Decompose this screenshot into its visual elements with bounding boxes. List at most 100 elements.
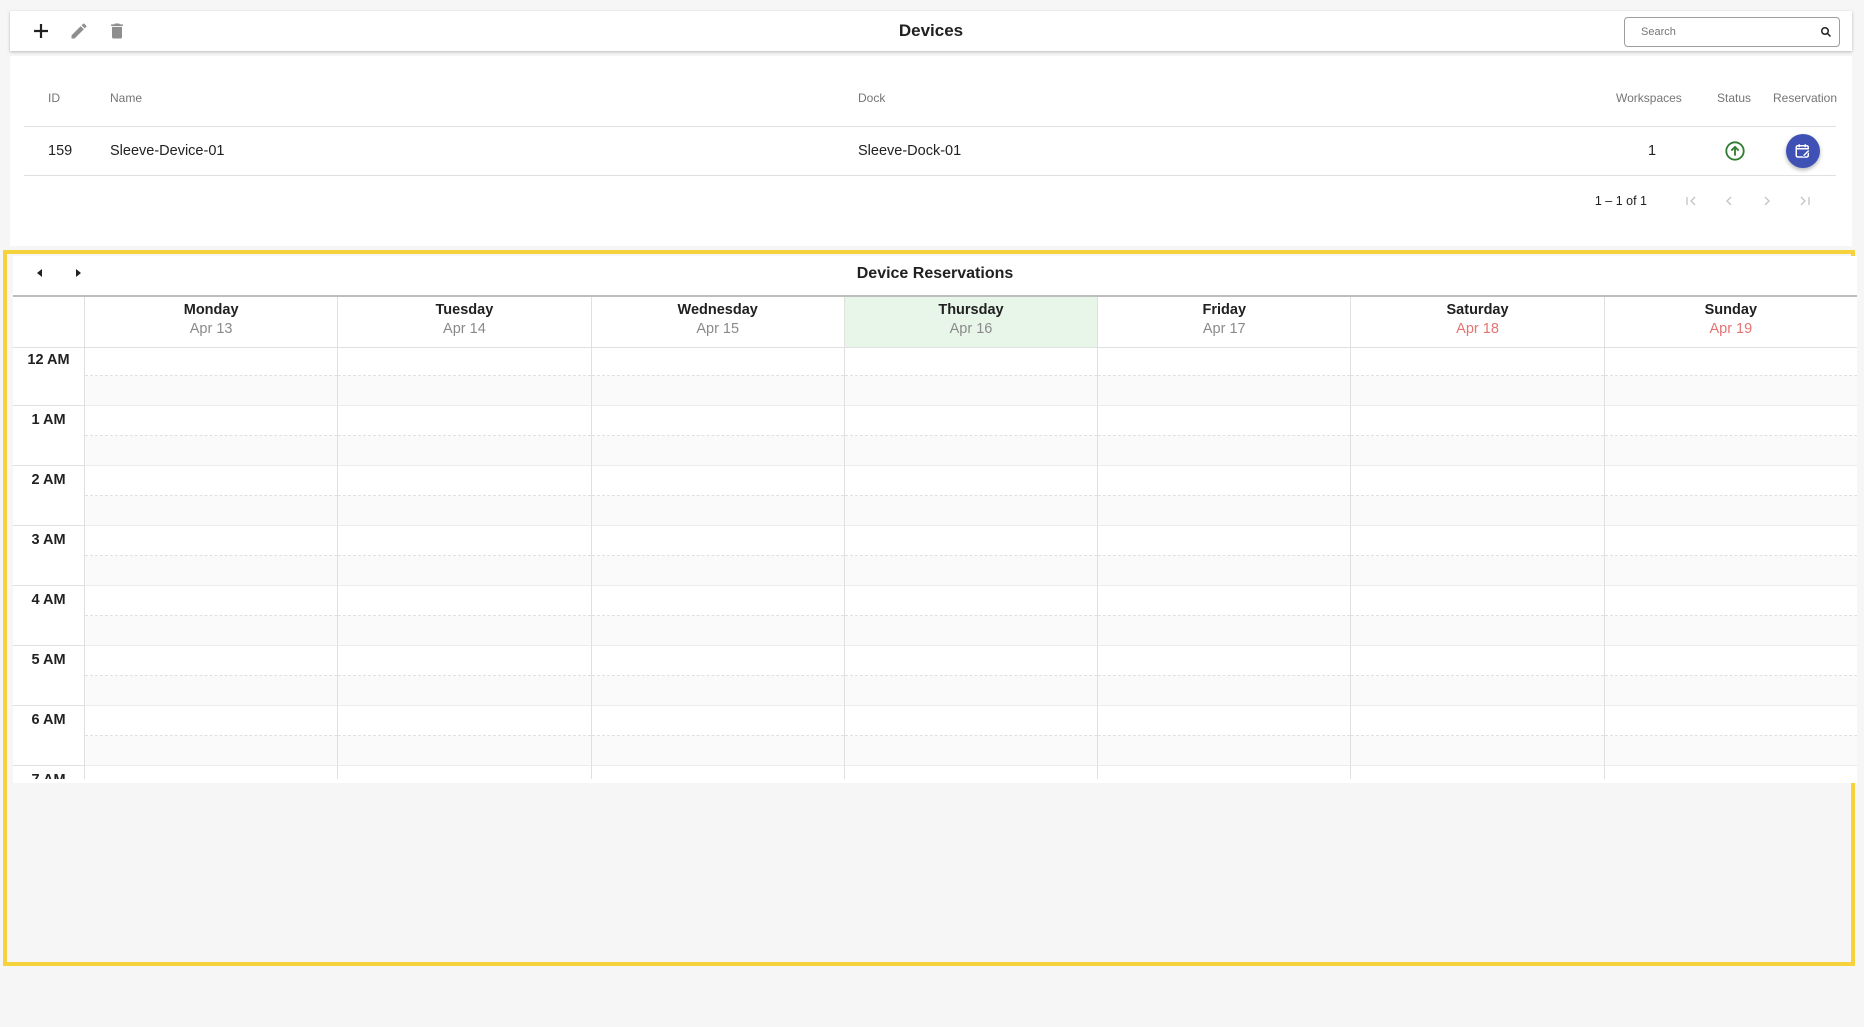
time-slot[interactable]	[1098, 676, 1351, 706]
time-slot[interactable]	[1604, 736, 1857, 766]
time-slot[interactable]	[1351, 466, 1604, 496]
time-slot[interactable]	[1604, 466, 1857, 496]
time-slot[interactable]	[1351, 346, 1604, 376]
time-slot[interactable]	[1604, 436, 1857, 466]
time-slot[interactable]	[338, 676, 591, 706]
time-slot[interactable]	[338, 706, 591, 736]
time-slot[interactable]	[338, 466, 591, 496]
time-slot[interactable]	[338, 646, 591, 676]
time-slot[interactable]	[1098, 736, 1351, 766]
time-slot[interactable]	[844, 526, 1098, 556]
time-slot[interactable]	[85, 556, 338, 586]
time-slot[interactable]	[1098, 406, 1351, 436]
day-header-saturday[interactable]: Saturday Apr 18	[1351, 297, 1605, 347]
time-slot[interactable]	[1604, 676, 1857, 706]
delete-device-button[interactable]	[98, 11, 136, 51]
search-icon[interactable]	[1813, 26, 1839, 38]
time-slot[interactable]	[1604, 406, 1857, 436]
time-slot[interactable]	[591, 676, 844, 706]
time-slot[interactable]	[845, 766, 1097, 779]
time-slot[interactable]	[1098, 586, 1351, 616]
header-dock[interactable]: Dock	[858, 91, 885, 105]
day-header-monday[interactable]: Monday Apr 13	[85, 297, 339, 347]
time-slot[interactable]	[591, 436, 844, 466]
time-slot[interactable]	[844, 646, 1098, 676]
time-slot[interactable]	[1604, 526, 1857, 556]
time-slot[interactable]	[1604, 556, 1857, 586]
time-slot[interactable]	[85, 466, 338, 496]
time-slot[interactable]	[338, 406, 591, 436]
next-page-button[interactable]	[1749, 186, 1785, 216]
header-name[interactable]: Name	[110, 91, 142, 105]
time-slot[interactable]	[1351, 766, 1603, 779]
time-slot[interactable]	[1351, 646, 1604, 676]
time-slot[interactable]	[591, 376, 844, 406]
table-row[interactable]: 159 Sleeve-Device-01 Sleeve-Dock-01 1	[24, 127, 1836, 176]
time-slot[interactable]	[1351, 586, 1604, 616]
time-slot[interactable]	[1098, 526, 1351, 556]
time-slot[interactable]	[338, 496, 591, 526]
time-slot[interactable]	[1351, 406, 1604, 436]
time-slot[interactable]	[1098, 496, 1351, 526]
time-slot[interactable]	[1604, 346, 1857, 376]
time-slot[interactable]	[844, 706, 1098, 736]
time-slot[interactable]	[85, 346, 338, 376]
time-slot[interactable]	[1351, 676, 1604, 706]
next-week-button[interactable]	[63, 258, 93, 288]
time-slot[interactable]	[85, 526, 338, 556]
previous-page-button[interactable]	[1711, 186, 1747, 216]
time-slot[interactable]	[1604, 496, 1857, 526]
time-slot[interactable]	[338, 556, 591, 586]
time-slot[interactable]	[591, 706, 844, 736]
time-slot[interactable]	[1604, 586, 1857, 616]
time-slot[interactable]	[844, 556, 1098, 586]
time-slot[interactable]	[85, 616, 338, 646]
time-slot[interactable]	[1098, 466, 1351, 496]
day-header-sunday[interactable]: Sunday Apr 19	[1605, 297, 1857, 347]
time-slot[interactable]	[844, 376, 1098, 406]
time-slot[interactable]	[844, 346, 1098, 376]
time-slot[interactable]	[1098, 706, 1351, 736]
time-slot[interactable]	[1098, 436, 1351, 466]
time-slot[interactable]	[338, 526, 591, 556]
time-slot[interactable]	[338, 616, 591, 646]
time-slot[interactable]	[338, 376, 591, 406]
time-slot[interactable]	[591, 586, 844, 616]
time-slot[interactable]	[1351, 706, 1604, 736]
time-slot[interactable]	[1604, 376, 1857, 406]
time-slot[interactable]	[592, 766, 844, 779]
time-slot[interactable]	[85, 646, 338, 676]
previous-week-button[interactable]	[25, 258, 55, 288]
time-slot[interactable]	[85, 706, 338, 736]
day-header-wednesday[interactable]: Wednesday Apr 15	[592, 297, 845, 347]
time-slot[interactable]	[844, 616, 1098, 646]
time-slot[interactable]	[844, 436, 1098, 466]
time-slot[interactable]	[85, 586, 338, 616]
time-slot[interactable]	[844, 496, 1098, 526]
time-slot[interactable]	[1351, 556, 1604, 586]
search-input[interactable]	[1639, 25, 1813, 39]
time-slot[interactable]	[591, 346, 844, 376]
time-slot[interactable]	[1351, 616, 1604, 646]
time-slot[interactable]	[85, 376, 338, 406]
time-slot[interactable]	[1098, 376, 1351, 406]
time-slot[interactable]	[844, 586, 1098, 616]
header-status[interactable]: Status	[1717, 91, 1751, 105]
time-slot[interactable]	[591, 526, 844, 556]
time-slot[interactable]	[1604, 706, 1857, 736]
time-slot[interactable]	[1604, 646, 1857, 676]
time-slot[interactable]	[85, 736, 338, 766]
time-slot[interactable]	[1351, 526, 1604, 556]
time-slot[interactable]	[1098, 766, 1350, 779]
search-field[interactable]	[1624, 17, 1840, 47]
day-header-friday[interactable]: Friday Apr 17	[1098, 297, 1352, 347]
time-slot[interactable]	[844, 736, 1098, 766]
time-slot[interactable]	[1604, 616, 1857, 646]
time-slot[interactable]	[591, 736, 844, 766]
time-slot[interactable]	[591, 556, 844, 586]
time-slot[interactable]	[591, 406, 844, 436]
time-slot[interactable]	[1098, 616, 1351, 646]
time-slot[interactable]	[338, 436, 591, 466]
time-slot[interactable]	[844, 466, 1098, 496]
edit-device-button[interactable]	[60, 11, 98, 51]
